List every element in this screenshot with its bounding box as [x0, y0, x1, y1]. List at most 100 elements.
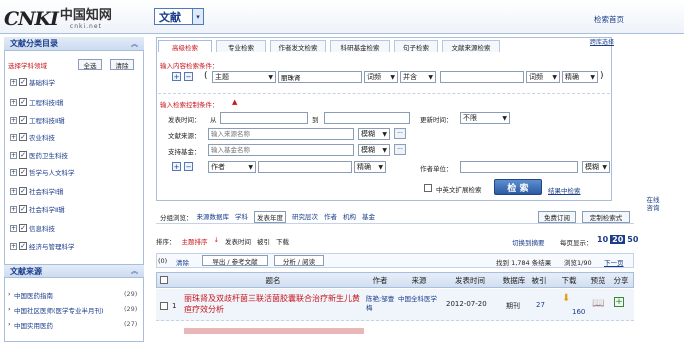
checkmark-icon[interactable]: ✓ — [19, 205, 27, 213]
checkmark-icon[interactable]: ✓ — [19, 224, 27, 232]
source-item[interactable]: 中国实用医药 — [14, 320, 53, 330]
row-checkbox[interactable] — [160, 302, 168, 310]
group-option[interactable]: 作者 — [324, 211, 337, 223]
freq-select-2[interactable]: 词频 ▼ — [526, 71, 560, 83]
checkmark-icon[interactable]: ✓ — [19, 116, 27, 124]
expand-icon[interactable]: + — [10, 224, 17, 232]
category-label[interactable]: 社会科学Ⅰ辑 — [29, 186, 63, 196]
db-select[interactable]: 文献 ▾ — [154, 8, 204, 25]
expand-icon[interactable]: + — [10, 187, 17, 195]
analysis-button[interactable]: 分析 / 阅读 — [274, 255, 324, 266]
fund-input[interactable] — [208, 144, 354, 156]
expand-icon[interactable]: + — [10, 168, 17, 176]
column-header[interactable]: 分享 — [610, 273, 632, 287]
source-item[interactable]: 中国社区医师(医学专业半月刊) — [14, 305, 104, 315]
checkmark-icon[interactable]: ✓ — [19, 151, 27, 159]
cross-db-link[interactable]: 跨库选择 — [590, 37, 614, 46]
custom-search-button[interactable]: 定制检索式 — [582, 211, 630, 223]
share-icon[interactable]: + — [614, 297, 624, 307]
online-consult-link[interactable]: 在线咨询 — [646, 196, 660, 212]
match-select[interactable]: 精确 ▼ — [562, 71, 598, 83]
category-label[interactable]: 基础科学 — [29, 77, 55, 87]
category-label[interactable]: 农业科技 — [29, 132, 55, 142]
category-item[interactable]: + ✓ 哲学与人文科学 — [10, 166, 75, 178]
search-tab[interactable]: 句子检索 — [394, 40, 438, 52]
keyword-input[interactable] — [278, 71, 362, 83]
group-option[interactable]: 研究层次 — [292, 211, 318, 223]
remove-row-icon[interactable]: − — [184, 72, 193, 81]
author-unit-input[interactable] — [460, 161, 578, 173]
search-tab[interactable]: 高级检索 — [158, 40, 212, 52]
expand-icon[interactable]: + — [10, 151, 17, 159]
select-all-button[interactable]: 全选 — [78, 59, 102, 70]
category-item[interactable]: + ✓ 工程科技Ⅰ辑 — [10, 96, 63, 108]
category-label[interactable]: 医药卫生科技 — [29, 150, 68, 160]
expand-icon[interactable]: + — [10, 133, 17, 141]
category-item[interactable]: + ✓ 工程科技Ⅱ辑 — [10, 114, 65, 126]
column-header[interactable]: 来源 — [398, 273, 440, 287]
clear-button[interactable]: 清除 — [110, 59, 134, 70]
fund-picker-button[interactable]: ··· — [394, 144, 406, 155]
sort-option[interactable]: 主题排序 — [182, 236, 208, 246]
category-item[interactable]: + ✓ 社会科学Ⅰ辑 — [10, 185, 63, 197]
update-time-select[interactable]: 不限 ▼ — [460, 112, 510, 124]
column-header[interactable]: 数据库 — [500, 273, 528, 287]
author-type-select[interactable]: 作者 ▼ — [208, 161, 256, 173]
select-all-checkbox[interactable] — [160, 276, 168, 284]
preview-icon[interactable]: 📖 — [592, 298, 604, 309]
category-item[interactable]: + ✓ 医药卫生科技 — [10, 149, 68, 161]
category-label[interactable]: 信息科技 — [29, 223, 55, 233]
expand-icon[interactable]: + — [10, 242, 17, 250]
author-precise-select[interactable]: 精确 ▼ — [354, 161, 386, 173]
category-label[interactable]: 经济与管理科学 — [29, 241, 75, 251]
source-picker-button[interactable]: ··· — [394, 128, 406, 139]
source-fuzzy-select[interactable]: 模糊 ▼ — [358, 128, 390, 140]
category-item[interactable]: + ✓ 经济与管理科学 — [10, 240, 75, 252]
add-author-row-icon[interactable]: + — [172, 162, 181, 171]
remove-author-row-icon[interactable]: − — [184, 162, 193, 171]
keyword-input-2[interactable] — [440, 71, 524, 83]
row-source[interactable]: 中国全科医学 — [398, 295, 440, 304]
expand-icon[interactable]: + — [10, 116, 17, 124]
category-label[interactable]: 哲学与人文科学 — [29, 167, 75, 177]
per-page-option[interactable]: 20 — [610, 235, 626, 244]
checkmark-icon[interactable]: ✓ — [19, 133, 27, 141]
group-option[interactable]: 发表年度 — [254, 210, 286, 223]
sort-option[interactable]: 下载 — [276, 236, 289, 246]
collapse-icon[interactable]: ︽ — [131, 266, 138, 276]
freq-select-1[interactable]: 词频 ▼ — [364, 71, 398, 83]
next-page-link[interactable]: 下一页 — [604, 257, 624, 267]
author-unit-fuzzy-select[interactable]: 模糊 ▼ — [582, 161, 610, 173]
per-page-option[interactable]: 50 — [626, 235, 639, 244]
checkmark-icon[interactable]: ✓ — [19, 98, 27, 106]
download-icon[interactable]: ⬇ — [562, 293, 570, 304]
logic-select[interactable]: 并含 ▼ — [400, 71, 436, 83]
category-item[interactable]: + ✓ 信息科技 — [10, 222, 55, 234]
field-select[interactable]: 主题 ▼ — [212, 71, 276, 83]
column-header[interactable]: 被引 — [528, 273, 550, 287]
date-from-input[interactable] — [220, 112, 308, 124]
column-header[interactable]: 预览 — [588, 273, 608, 287]
free-subscribe-button[interactable]: 免费订阅 — [538, 211, 576, 223]
group-option[interactable]: 机构 — [343, 211, 356, 223]
row-title[interactable]: 丽珠肾及双歧杆菌三联活菌胶囊联合治疗新生儿黄疸疗效分析 — [184, 293, 362, 315]
checkmark-icon[interactable]: ✓ — [19, 187, 27, 195]
sort-option[interactable]: 被引 — [257, 236, 270, 246]
fund-fuzzy-select[interactable]: 模糊 ▼ — [358, 144, 390, 156]
search-home-link[interactable]: 检索首页 — [594, 14, 624, 25]
search-tab[interactable]: 专业检索 — [216, 40, 266, 52]
row-author[interactable]: 陈艳;邹壹梅 — [366, 295, 396, 313]
column-header[interactable]: 发表时间 — [442, 273, 498, 287]
search-in-results-link[interactable]: 结果中检索 — [548, 185, 581, 195]
logo[interactable]: CNKI 中国知网 cnki.net — [4, 4, 112, 30]
category-item[interactable]: + ✓ 农业科技 — [10, 131, 55, 143]
search-tab[interactable]: 科研基金检索 — [330, 40, 390, 52]
search-tab[interactable]: 作者发文检索 — [270, 40, 326, 52]
category-item[interactable]: + ✓ 社会科学Ⅱ辑 — [10, 203, 65, 215]
source-item[interactable]: 中国医药指南 — [14, 290, 53, 300]
collapse-icon[interactable]: ︽ — [131, 39, 138, 49]
clear-selection-link[interactable]: 清除 — [176, 257, 189, 267]
group-option[interactable]: 来源数据库 — [197, 211, 230, 223]
category-label[interactable]: 工程科技Ⅰ辑 — [29, 97, 63, 107]
switch-to-abstract-link[interactable]: 切换到摘要 — [512, 237, 545, 247]
